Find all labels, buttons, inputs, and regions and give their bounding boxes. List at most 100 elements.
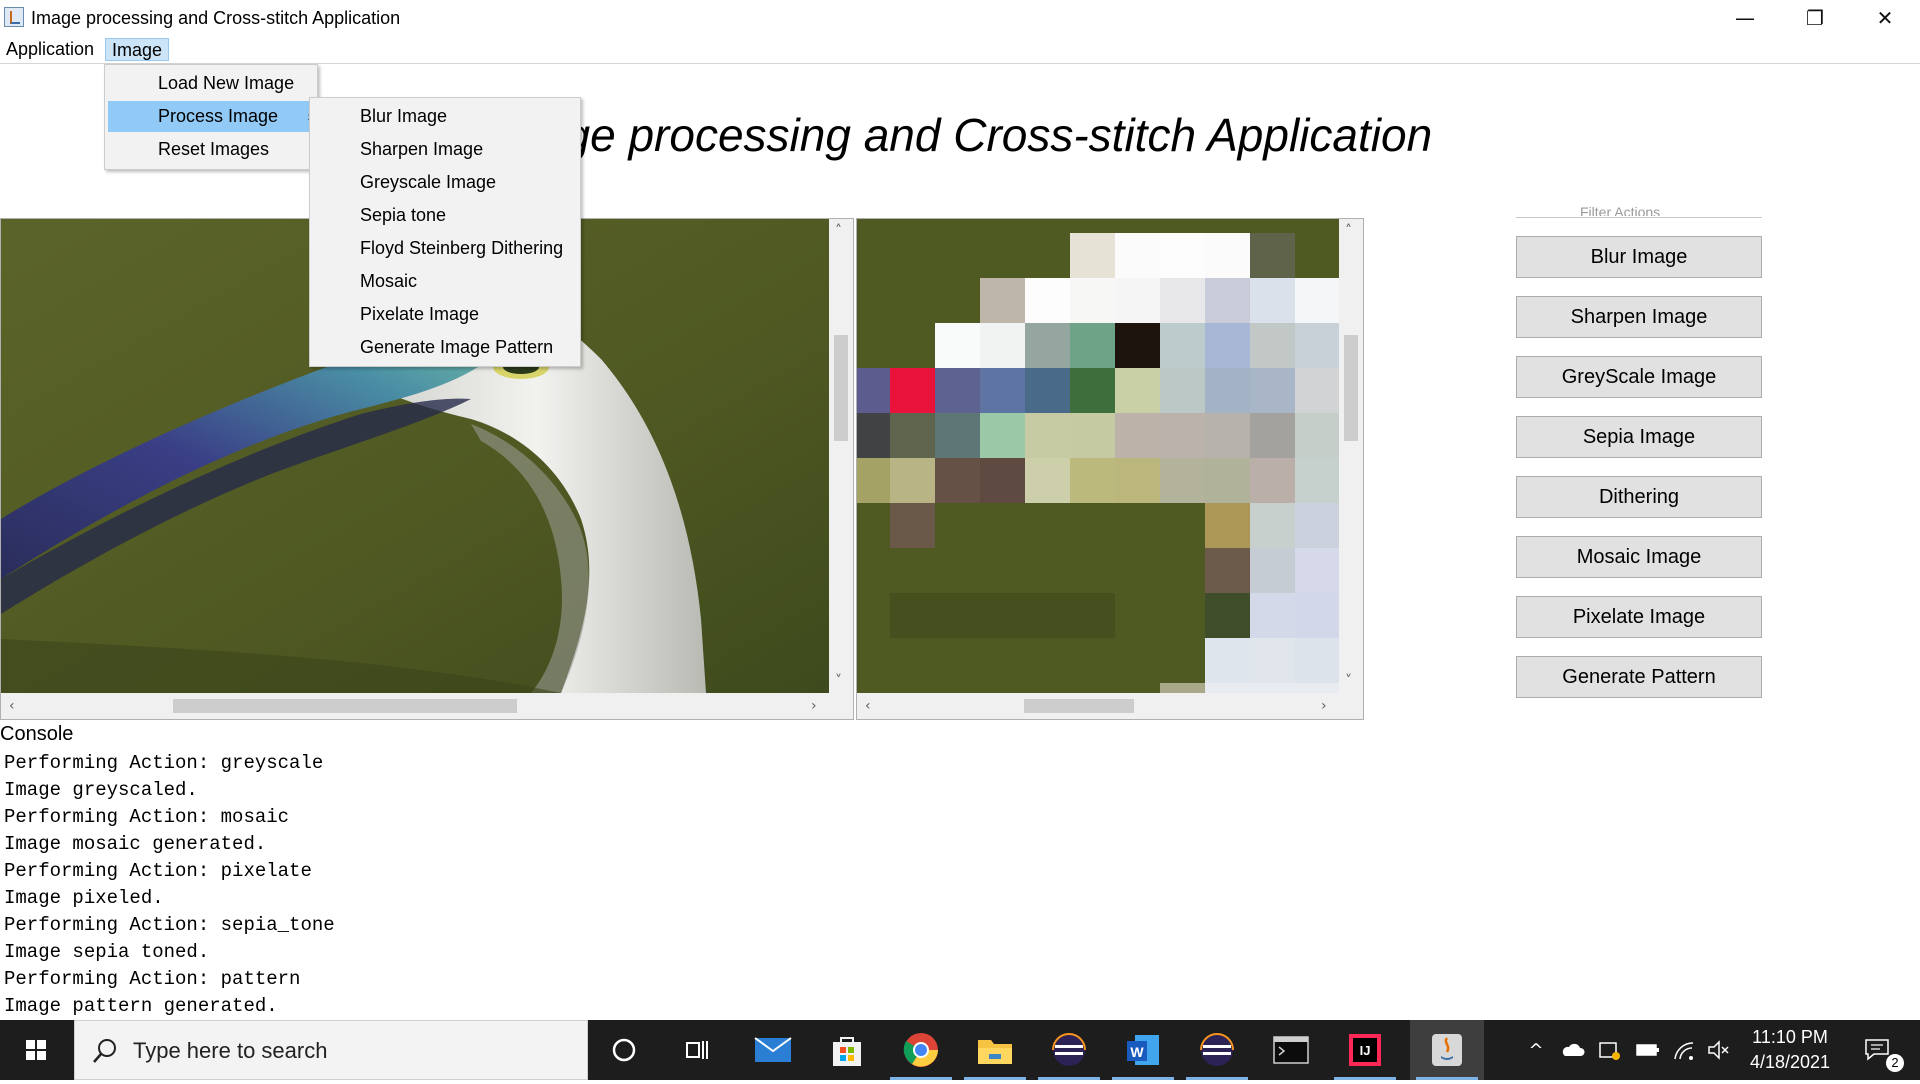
console-line: Image mosaic generated. xyxy=(4,833,267,855)
minimize-button[interactable]: — xyxy=(1710,0,1780,36)
show-hidden-icons-icon[interactable]: ^ xyxy=(1524,1038,1548,1062)
task-view-button[interactable] xyxy=(660,1020,734,1080)
wifi-icon[interactable] xyxy=(1672,1038,1696,1062)
svg-text:IJ: IJ xyxy=(1360,1043,1371,1058)
windows-taskbar: Type here to search W IJ ^ 11:10 PM 4/18… xyxy=(0,1020,1920,1080)
submenu-item-sepia-tone[interactable]: Sepia tone xyxy=(313,200,577,231)
scroll-down-icon[interactable]: ˅ xyxy=(835,674,842,688)
eclipse-button-2[interactable] xyxy=(1180,1020,1254,1080)
processed-horizontal-scrollbar[interactable]: ‹ › xyxy=(857,693,1339,719)
console-line: Performing Action: pattern xyxy=(4,968,301,990)
scroll-left-icon[interactable]: ‹ xyxy=(865,699,871,713)
sharpen-image-button[interactable]: Sharpen Image xyxy=(1516,296,1762,338)
menu-bar: Application Image xyxy=(0,36,1920,64)
search-icon xyxy=(93,1039,116,1063)
scroll-left-icon[interactable]: ‹ xyxy=(9,699,15,713)
word-button[interactable]: W xyxy=(1106,1020,1180,1080)
file-explorer-button[interactable] xyxy=(958,1020,1032,1080)
submenu-item-sharpen-image[interactable]: Sharpen Image xyxy=(313,134,577,165)
generate-pattern-button[interactable]: Generate Pattern xyxy=(1516,656,1762,698)
intellij-icon: IJ xyxy=(1349,1034,1381,1066)
menu-application[interactable]: Application xyxy=(0,38,100,61)
scroll-down-icon[interactable]: ˅ xyxy=(1345,674,1352,688)
cortana-button[interactable] xyxy=(587,1020,661,1080)
console-output[interactable]: Performing Action: greyscale Image greys… xyxy=(0,748,1920,1020)
taskbar-clock[interactable]: 11:10 PM 4/18/2021 xyxy=(1735,1025,1845,1075)
mail-icon xyxy=(754,1037,792,1062)
original-vertical-scrollbar[interactable]: ˄ ˅ xyxy=(829,219,853,693)
clock-time: 11:10 PM xyxy=(1752,1027,1828,1047)
eclipse-icon xyxy=(1052,1033,1086,1066)
task-view-icon xyxy=(686,1041,708,1059)
blur-image-button[interactable]: Blur Image xyxy=(1516,236,1762,278)
scroll-thumb[interactable] xyxy=(834,334,848,441)
console-line: Image pixeled. xyxy=(4,887,164,909)
store-button[interactable] xyxy=(810,1020,884,1080)
onedrive-icon[interactable] xyxy=(1561,1038,1585,1062)
java-app-icon xyxy=(4,7,24,27)
scroll-thumb[interactable] xyxy=(173,699,518,713)
taskbar-search-box[interactable]: Type here to search xyxy=(74,1020,588,1080)
submenu-item-mosaic[interactable]: Mosaic xyxy=(313,266,577,297)
processed-image-viewport xyxy=(857,219,1339,693)
eclipse-button[interactable] xyxy=(1032,1020,1106,1080)
sepia-image-button[interactable]: Sepia Image xyxy=(1516,416,1762,458)
scroll-right-icon[interactable]: › xyxy=(1321,699,1327,713)
dithering-button[interactable]: Dithering xyxy=(1516,476,1762,518)
java-app-button[interactable] xyxy=(1410,1020,1484,1080)
intellij-button[interactable]: IJ xyxy=(1328,1020,1402,1080)
terminal-icon xyxy=(1273,1036,1309,1064)
minimize-icon: — xyxy=(1735,6,1755,30)
console-line: Image greyscaled. xyxy=(4,779,198,801)
menu-image[interactable]: Image xyxy=(105,38,170,61)
greyscale-image-button[interactable]: GreyScale Image xyxy=(1516,356,1762,398)
word-icon: W xyxy=(1127,1035,1159,1065)
processed-vertical-scrollbar[interactable]: ˄ ˅ xyxy=(1339,219,1363,693)
volume-muted-icon[interactable] xyxy=(1706,1038,1730,1062)
scroll-up-icon[interactable]: ˄ xyxy=(1345,224,1352,238)
java-icon xyxy=(1432,1034,1462,1066)
windows-logo-icon xyxy=(26,1040,46,1060)
chrome-icon xyxy=(903,1033,938,1067)
scroll-thumb[interactable] xyxy=(1023,699,1134,713)
restore-button[interactable]: ❐ xyxy=(1780,0,1850,36)
submenu-item-pixelate-image[interactable]: Pixelate Image xyxy=(313,299,577,330)
scroll-thumb[interactable] xyxy=(1344,334,1358,441)
image-menu-dropdown: Load New Image Process Image › Reset Ima… xyxy=(104,64,318,170)
console-line: Performing Action: greyscale xyxy=(4,752,324,774)
submenu-item-floyd-steinberg-dithering[interactable]: Floyd Steinberg Dithering xyxy=(313,233,577,264)
mosaic-image-button[interactable]: Mosaic Image xyxy=(1516,536,1762,578)
start-button[interactable] xyxy=(0,1020,72,1080)
pixelated-heron xyxy=(857,219,1339,693)
scroll-corner xyxy=(1339,693,1363,719)
menu-item-load-new-image[interactable]: Load New Image xyxy=(108,68,314,99)
processed-image-panel: ˄ ˅ ‹ › xyxy=(856,218,1364,720)
menu-item-reset-images[interactable]: Reset Images xyxy=(108,134,314,165)
store-icon xyxy=(833,1037,861,1066)
close-button[interactable]: ✕ xyxy=(1850,0,1920,36)
security-icon[interactable] xyxy=(1597,1038,1621,1062)
process-image-submenu: Blur Image Sharpen Image Greyscale Image… xyxy=(309,97,581,367)
scroll-up-icon[interactable]: ˄ xyxy=(835,224,842,238)
console-line: Image sepia toned. xyxy=(4,941,210,963)
console-line: Performing Action: mosaic xyxy=(4,806,290,828)
eclipse-icon xyxy=(1200,1033,1234,1066)
submenu-item-blur-image[interactable]: Blur Image xyxy=(313,101,577,132)
original-horizontal-scrollbar[interactable]: ‹ › xyxy=(1,693,829,719)
cortana-icon xyxy=(612,1038,636,1062)
pixelate-image-button[interactable]: Pixelate Image xyxy=(1516,596,1762,638)
close-icon: ✕ xyxy=(1876,6,1894,30)
menu-item-process-image[interactable]: Process Image › xyxy=(108,101,314,132)
submenu-item-greyscale-image[interactable]: Greyscale Image xyxy=(313,167,577,198)
actions-group-border xyxy=(1516,217,1762,218)
search-placeholder: Type here to search xyxy=(133,1038,328,1063)
terminal-button[interactable] xyxy=(1254,1020,1328,1080)
mail-button[interactable] xyxy=(736,1020,810,1080)
chrome-button[interactable] xyxy=(884,1020,958,1080)
submenu-item-generate-image-pattern[interactable]: Generate Image Pattern xyxy=(313,332,577,363)
scroll-right-icon[interactable]: › xyxy=(811,699,817,713)
window-title: Image processing and Cross-stitch Applic… xyxy=(31,8,401,28)
svg-text:W: W xyxy=(1130,1044,1144,1060)
title-bar: Image processing and Cross-stitch Applic… xyxy=(0,0,1920,36)
battery-icon[interactable] xyxy=(1635,1038,1659,1062)
